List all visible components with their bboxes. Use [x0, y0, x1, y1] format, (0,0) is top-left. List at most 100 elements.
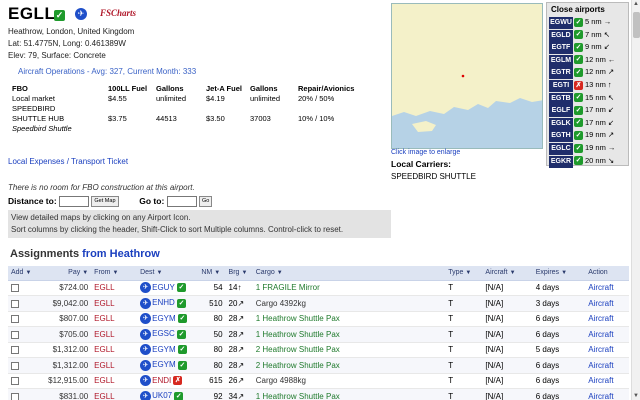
- close-airport-row[interactable]: EGTI ✗ 13 nm ↑: [549, 79, 627, 92]
- sort-arrow-icon[interactable]: ▼: [465, 270, 471, 276]
- cargo-description[interactable]: 1 Heathrow Shuttle Pax: [256, 330, 340, 339]
- close-airport-code[interactable]: EGWU: [549, 17, 573, 29]
- close-airport-code[interactable]: EGTH: [549, 130, 573, 143]
- dest-airport-link[interactable]: EGSC: [152, 329, 175, 338]
- close-airport-code[interactable]: EGLM: [549, 54, 573, 67]
- from-airport-link[interactable]: EGLL: [94, 283, 114, 292]
- assignments-header-cargo[interactable]: Cargo ▼: [252, 266, 446, 281]
- sort-arrow-icon[interactable]: ▼: [25, 270, 31, 276]
- close-airport-code[interactable]: EGLK: [549, 117, 573, 130]
- close-airport-row[interactable]: EGLF ✓ 17 nm ↙: [549, 104, 627, 118]
- close-airport-code[interactable]: EGTF: [549, 42, 573, 55]
- sort-arrow-icon[interactable]: ▼: [82, 270, 88, 276]
- close-airport-row[interactable]: EGKR ✓ 20 nm ↘: [549, 155, 627, 168]
- scroll-up-icon[interactable]: ▲: [633, 1, 639, 7]
- close-airport-row[interactable]: EGTR ✓ 12 nm ↗: [549, 66, 627, 80]
- assignments-from-link[interactable]: from Heathrow: [82, 248, 160, 260]
- close-airport-row[interactable]: EGLM ✓ 12 nm ←: [549, 54, 627, 67]
- close-airport-row[interactable]: EGTH ✓ 19 nm ↗: [549, 129, 627, 143]
- from-airport-link[interactable]: EGLL: [94, 392, 114, 400]
- close-airport-row[interactable]: EGTB ✓ 15 nm ↖: [549, 92, 627, 105]
- cargo-description[interactable]: 1 FRAGILE Mirror: [256, 283, 320, 292]
- page-scrollbar[interactable]: ▲ ▼: [631, 0, 640, 400]
- from-airport-link[interactable]: EGLL: [94, 299, 114, 308]
- airport-map-icon[interactable]: ✈: [140, 282, 152, 294]
- close-airport-code[interactable]: EGLD: [549, 29, 573, 42]
- aircraft-action-link[interactable]: Aircraft: [588, 345, 613, 354]
- add-checkbox[interactable]: [11, 330, 19, 339]
- airport-map-icon[interactable]: ✈: [140, 313, 152, 325]
- cargo-description[interactable]: 2 Heathrow Shuttle Pax: [256, 361, 340, 370]
- sort-arrow-icon[interactable]: ▼: [214, 270, 220, 276]
- dest-airport-link[interactable]: EGYM: [152, 345, 176, 354]
- aircraft-action-link[interactable]: Aircraft: [588, 361, 613, 370]
- close-airport-code[interactable]: EGLF: [549, 105, 573, 118]
- airport-map-icon[interactable]: ✈: [140, 390, 152, 400]
- get-map-button[interactable]: Get Map: [91, 196, 119, 208]
- add-checkbox[interactable]: [11, 377, 19, 386]
- sort-arrow-icon[interactable]: ▼: [277, 270, 283, 276]
- dest-airport-link[interactable]: EGUY: [152, 283, 175, 292]
- cargo-description[interactable]: 1 Heathrow Shuttle Pax: [256, 314, 340, 323]
- close-airport-code[interactable]: EGTI: [549, 80, 573, 92]
- assignments-header-from[interactable]: From ▼: [91, 266, 138, 281]
- airport-map-icon[interactable]: ✈: [75, 8, 87, 20]
- assignments-header-type[interactable]: Type ▼: [445, 266, 483, 281]
- dest-airport-link[interactable]: EGYM: [152, 360, 176, 369]
- sort-arrow-icon[interactable]: ▼: [561, 270, 567, 276]
- airport-map-image[interactable]: [391, 3, 543, 149]
- close-airport-code[interactable]: EGTR: [549, 67, 573, 80]
- close-airport-row[interactable]: EGWU ✓ 5 nm →: [549, 16, 627, 29]
- aircraft-action-link[interactable]: Aircraft: [588, 392, 613, 400]
- add-checkbox[interactable]: [11, 392, 19, 400]
- close-airport-row[interactable]: EGTF ✓ 9 nm ↙: [549, 41, 627, 55]
- aircraft-action-link[interactable]: Aircraft: [588, 376, 613, 385]
- distance-input[interactable]: [59, 196, 90, 208]
- from-airport-link[interactable]: EGLL: [94, 361, 114, 370]
- assignments-header-add[interactable]: Add ▼: [8, 266, 41, 281]
- close-airport-row[interactable]: EGLC ✓ 19 nm →: [549, 142, 627, 155]
- sort-arrow-icon[interactable]: ▼: [113, 270, 119, 276]
- dest-airport-link[interactable]: ENHD: [152, 298, 175, 307]
- aircraft-action-link[interactable]: Aircraft: [588, 299, 613, 308]
- airport-map-icon[interactable]: ✈: [140, 328, 152, 340]
- from-airport-link[interactable]: EGLL: [94, 345, 114, 354]
- add-checkbox[interactable]: [11, 346, 19, 355]
- goto-input[interactable]: [166, 196, 197, 208]
- dest-airport-link[interactable]: EGYM: [152, 314, 176, 323]
- close-airport-code[interactable]: EGLC: [549, 143, 573, 155]
- close-airport-row[interactable]: EGLK ✓ 17 nm ↙: [549, 117, 627, 130]
- airport-map-icon[interactable]: ✈: [140, 344, 152, 356]
- sort-arrow-icon[interactable]: ▼: [157, 270, 163, 276]
- aircraft-action-link[interactable]: Aircraft: [588, 283, 613, 292]
- map-caption-link[interactable]: Click image to enlarge: [391, 149, 460, 156]
- fse-charts-logo[interactable]: FSCharts: [100, 8, 136, 18]
- assignments-header-dest[interactable]: Dest ▼: [137, 266, 199, 281]
- scroll-down-icon[interactable]: ▼: [633, 393, 639, 399]
- from-airport-link[interactable]: EGLL: [94, 330, 114, 339]
- assignments-header-pay[interactable]: Pay ▼: [40, 266, 92, 281]
- dest-airport-link[interactable]: ENDI: [152, 376, 171, 385]
- local-expenses-link[interactable]: Local Expenses / Transport Ticket: [8, 157, 128, 166]
- add-checkbox[interactable]: [11, 361, 19, 370]
- assignments-header-nm[interactable]: NM ▼: [198, 266, 226, 281]
- aircraft-operations-link[interactable]: Aircraft Operations - Avg: 327, Current …: [18, 67, 196, 76]
- cargo-description[interactable]: 2 Heathrow Shuttle Pax: [256, 345, 340, 354]
- sort-arrow-icon[interactable]: ▼: [510, 270, 516, 276]
- close-airport-code[interactable]: EGKR: [549, 155, 573, 168]
- assignments-header-action[interactable]: Action: [585, 266, 629, 281]
- aircraft-action-link[interactable]: Aircraft: [588, 330, 613, 339]
- add-checkbox[interactable]: [11, 315, 19, 324]
- scroll-thumb[interactable]: [633, 12, 640, 38]
- add-checkbox[interactable]: [11, 284, 19, 293]
- cargo-description[interactable]: 1 Heathrow Shuttle Pax: [256, 392, 340, 400]
- go-button[interactable]: Go: [199, 196, 213, 208]
- add-checkbox[interactable]: [11, 299, 19, 308]
- from-airport-link[interactable]: EGLL: [94, 314, 114, 323]
- airport-map-icon[interactable]: ✈: [140, 359, 152, 371]
- dest-airport-link[interactable]: UK07: [152, 391, 172, 400]
- aircraft-action-link[interactable]: Aircraft: [588, 314, 613, 323]
- sort-arrow-icon[interactable]: ▼: [241, 270, 247, 276]
- airport-map-icon[interactable]: ✈: [140, 375, 152, 387]
- from-airport-link[interactable]: EGLL: [94, 376, 114, 385]
